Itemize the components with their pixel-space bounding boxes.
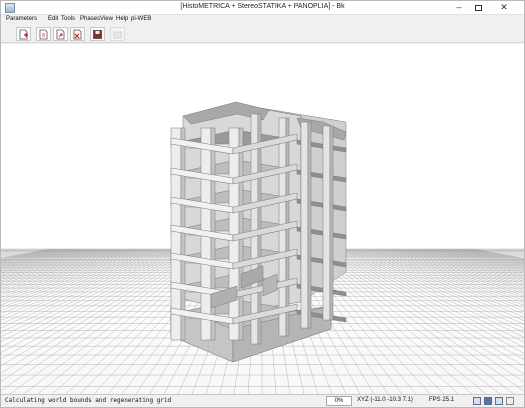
open-document-icon (39, 29, 48, 40)
save-icon (93, 30, 102, 39)
status-message: Calculating world bounds and regeneratin… (5, 397, 172, 404)
delete-document-icon (73, 29, 82, 40)
delete-document-button[interactable] (70, 27, 85, 41)
render-mode-icon[interactable] (484, 397, 492, 405)
status-bar: Calculating world bounds and regeneratin… (1, 394, 524, 407)
open-document-button[interactable] (36, 27, 51, 41)
maximize-icon (474, 4, 482, 11)
export-document-icon (56, 29, 65, 40)
menu-edit[interactable]: Edit (48, 16, 58, 22)
menu-tools[interactable]: Tools (61, 16, 75, 22)
maximize-button[interactable] (469, 1, 487, 14)
3d-viewport[interactable] (1, 44, 524, 394)
minimize-button[interactable]: – (450, 1, 468, 14)
progress-indicator: 0% (326, 396, 352, 406)
building-model (170, 101, 347, 363)
new-document-button[interactable] (16, 27, 31, 41)
export-document-button[interactable] (53, 27, 68, 41)
camera-icon[interactable] (473, 397, 481, 405)
building-model-scene[interactable] (1, 44, 524, 394)
fps-readout: FPS 25.1 (429, 397, 455, 403)
settings-icon[interactable] (495, 397, 503, 405)
menu-view[interactable]: View (100, 16, 113, 22)
new-document-icon (19, 29, 28, 40)
menu-bar: Parameters Edit Tools Phases View Help p… (1, 15, 524, 25)
disabled-icon (113, 31, 122, 39)
window-title: [HistoMETRICA + StereoSTATIKA + PANOPLIA… (180, 3, 345, 10)
xyz-readout: XYZ (-11.0 -10.3 7.1) (357, 397, 413, 403)
grid-toggle-icon[interactable] (506, 397, 514, 405)
disabled-button[interactable] (110, 27, 125, 41)
menu-pi-web[interactable]: pi-WEB (131, 16, 151, 22)
save-button[interactable] (90, 27, 105, 41)
close-button[interactable]: ✕ (488, 1, 520, 14)
app-window: [HistoMETRICA + StereoSTATIKA + PANOPLIA… (0, 0, 525, 408)
menu-parameters[interactable]: Parameters (6, 16, 37, 22)
toolbar (1, 25, 524, 43)
menu-help[interactable]: Help (116, 16, 128, 22)
title-bar: [HistoMETRICA + StereoSTATIKA + PANOPLIA… (1, 1, 524, 15)
menu-phases[interactable]: Phases (80, 16, 100, 22)
